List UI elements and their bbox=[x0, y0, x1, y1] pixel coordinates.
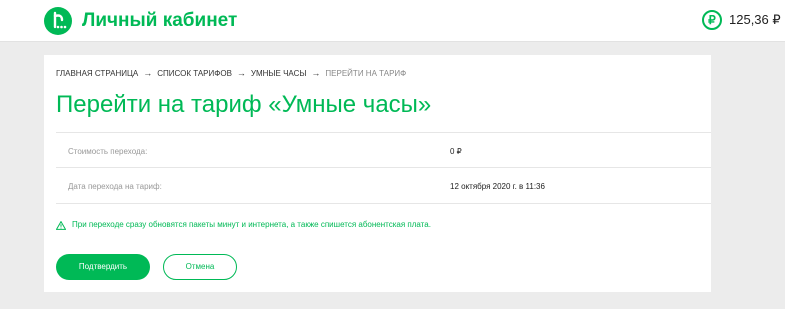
cancel-button[interactable]: Отмена bbox=[163, 254, 237, 280]
tariff-change-card: ГЛАВНАЯ СТРАНИЦА → СПИСОК ТАРИФОВ → УМНЫЕ ЧА… bbox=[44, 55, 711, 292]
detail-row-cost: Стоимость перехода: 0 ₽ bbox=[56, 132, 711, 168]
megafon-logo-icon[interactable] bbox=[44, 7, 72, 35]
breadcrumb-separator: → bbox=[311, 68, 321, 78]
warning-triangle-icon bbox=[56, 220, 66, 230]
detail-value: 12 октября 2020 г. в 11:36 bbox=[450, 182, 545, 191]
balance-amount[interactable]: 125,36 ₽ bbox=[729, 12, 781, 28]
detail-row-date: Дата перехода на тариф: 12 октября 2020 … bbox=[56, 168, 711, 204]
breadcrumb-separator: → bbox=[143, 68, 153, 78]
ruble-icon[interactable]: ₽ bbox=[702, 10, 722, 30]
notice-text: При переходе сразу обновятся пакеты мину… bbox=[72, 220, 431, 229]
notice: При переходе сразу обновятся пакеты мину… bbox=[56, 219, 431, 231]
detail-label: Дата перехода на тариф: bbox=[68, 182, 162, 191]
app-title[interactable]: Личный кабинет bbox=[82, 10, 237, 32]
confirm-button[interactable]: Подтвердить bbox=[56, 254, 150, 280]
detail-label: Стоимость перехода: bbox=[68, 147, 148, 156]
breadcrumb-smart-watch[interactable]: УМНЫЕ ЧАСЫ bbox=[251, 69, 307, 78]
breadcrumb-separator: → bbox=[236, 68, 246, 78]
top-header: Личный кабинет ₽ 125,36 ₽ bbox=[0, 0, 785, 42]
breadcrumb-tariff-list[interactable]: СПИСОК ТАРИФОВ bbox=[157, 69, 232, 78]
breadcrumb-current: ПЕРЕЙТИ НА ТАРИФ bbox=[325, 69, 407, 78]
breadcrumb-home[interactable]: ГЛАВНАЯ СТРАНИЦА bbox=[56, 69, 138, 78]
breadcrumb: ГЛАВНАЯ СТРАНИЦА → СПИСОК ТАРИФОВ → УМНЫЕ ЧА… bbox=[56, 68, 406, 79]
page-title: Перейти на тариф «Умные часы» bbox=[56, 91, 432, 118]
detail-value: 0 ₽ bbox=[450, 147, 462, 156]
